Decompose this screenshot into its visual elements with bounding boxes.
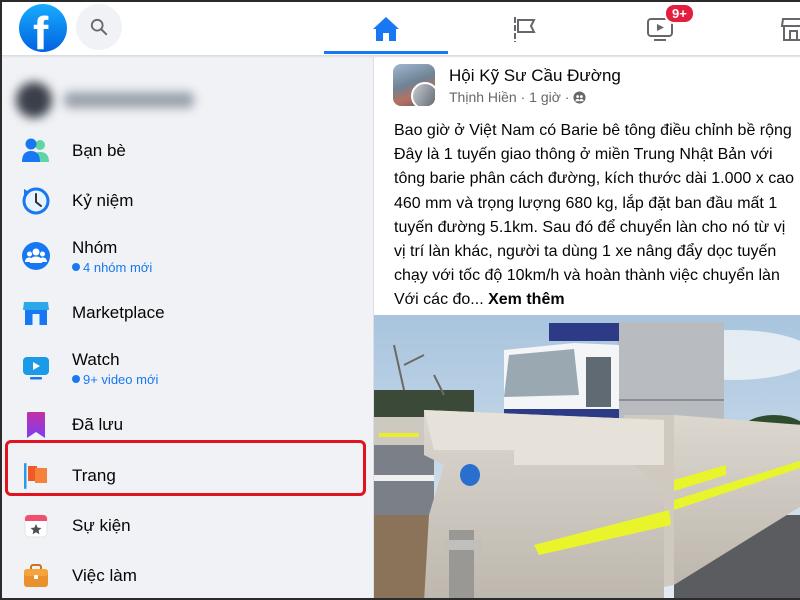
- search-button[interactable]: [76, 4, 122, 50]
- post-text-line: 460 mm và trọng lượng 680 kg, lắp đặt ba…: [394, 194, 778, 212]
- feed-post: Hội Kỹ Sư Cầu Đường Thịnh Hiền · 1 giờ ·…: [373, 57, 800, 598]
- groups-sub-text: 4 nhóm mới: [83, 259, 153, 275]
- tab-watch[interactable]: 9+: [598, 2, 722, 56]
- left-sidebar: Bạn bè Kỷ niệm Nhóm 4 nhóm mới Marketpla…: [2, 57, 372, 598]
- author-name-link[interactable]: Thịnh Hiền: [449, 89, 517, 105]
- post-text-line-last: Với các đo... Xem thêm: [394, 288, 800, 312]
- post-text-line: vị trí làn khác, người ta dùng 1 xe nâng…: [394, 243, 777, 261]
- facebook-logo-icon[interactable]: f: [19, 4, 67, 52]
- saved-icon: [20, 409, 52, 441]
- sidebar-item-label: Marketplace: [72, 303, 165, 322]
- sidebar-item-friends[interactable]: Bạn bè: [12, 128, 362, 174]
- separator-dot: ·: [516, 89, 530, 105]
- profile-name-blurred: [64, 92, 194, 108]
- flag-icon: [514, 17, 536, 42]
- post-text-line: chạy với tốc độ 10km/h và hoàn thành việ…: [394, 267, 780, 285]
- friends-privacy-icon[interactable]: [573, 90, 586, 104]
- sidebar-item-label: Watch: [72, 349, 120, 369]
- search-icon: [90, 18, 108, 36]
- post-text-line: tông barie phân cách đường, kích thước d…: [394, 170, 794, 188]
- page-avatar[interactable]: [393, 64, 435, 106]
- watch-new-count: 9+ video mới: [72, 372, 158, 387]
- sidebar-item-label: Sự kiện: [72, 516, 131, 535]
- post-meta: Thịnh Hiền · 1 giờ ·: [449, 89, 586, 105]
- post-text-truncated: Với các đo...: [394, 291, 484, 309]
- sidebar-item-memories[interactable]: Kỷ niệm: [12, 178, 362, 224]
- see-more-link[interactable]: Xem thêm: [488, 291, 564, 308]
- sidebar-item-label: Kỷ niệm: [72, 191, 134, 210]
- memories-icon: [20, 185, 52, 217]
- groups-icon: [20, 240, 52, 272]
- events-icon: [20, 510, 52, 542]
- tab-home[interactable]: [324, 2, 448, 56]
- store-icon: [780, 18, 800, 41]
- groups-new-count: 4 nhóm mới: [72, 260, 152, 275]
- sidebar-item-label: Việc làm: [72, 566, 137, 585]
- sidebar-item-groups[interactable]: Nhóm 4 nhóm mới: [12, 228, 362, 284]
- profile-link[interactable]: [16, 82, 194, 118]
- watch-sub-text: 9+ video mới: [83, 371, 159, 387]
- post-body-text: Bao giờ ở Việt Nam có Barie bê tông điều…: [394, 119, 800, 313]
- facebook-window: f 9+ Bạn bè Kỷ niệm Nhóm 4 nhóm mới Mark…: [0, 0, 800, 600]
- separator-dot: ·: [560, 89, 574, 105]
- avatar: [16, 82, 52, 118]
- tab-pages[interactable]: [462, 2, 586, 56]
- unread-dot: [72, 375, 80, 383]
- watch-icon: [20, 352, 52, 384]
- sidebar-item-marketplace[interactable]: Marketplace: [12, 290, 362, 336]
- sidebar-item-label: Nhóm: [72, 237, 118, 257]
- post-text-line: Bao giờ ở Việt Nam có Barie bê tông điều…: [394, 122, 792, 139]
- barrier-truck-photo: [374, 315, 800, 598]
- highlight-annotation-box: [5, 440, 366, 496]
- friends-icon: [20, 135, 52, 167]
- top-navigation-bar: f 9+: [2, 2, 800, 56]
- sidebar-item-events[interactable]: Sự kiện: [12, 503, 362, 549]
- marketplace-icon: [20, 297, 52, 329]
- post-time-link[interactable]: 1 giờ: [529, 89, 561, 105]
- sidebar-item-label: Bạn bè: [72, 141, 126, 160]
- jobs-icon: [20, 560, 52, 592]
- sidebar-item-jobs[interactable]: Việc làm: [12, 553, 362, 598]
- page-name-link[interactable]: Hội Kỹ Sư Cầu Đường: [449, 66, 621, 86]
- post-text-line: tuyến đường 5.1km. Sau đó để chuyển làn …: [394, 218, 786, 236]
- home-icon: [373, 17, 399, 41]
- post-text-line: Đây là 1 tuyến giao thông ở miền Trung N…: [394, 146, 773, 164]
- author-avatar: [411, 82, 435, 106]
- sidebar-item-watch[interactable]: Watch 9+ video mới: [12, 340, 362, 396]
- sidebar-item-label: Đã lưu: [72, 415, 124, 434]
- post-photo[interactable]: [374, 315, 800, 598]
- watch-badge: 9+: [664, 3, 695, 24]
- unread-dot: [72, 263, 80, 271]
- tab-marketplace[interactable]: [736, 2, 800, 56]
